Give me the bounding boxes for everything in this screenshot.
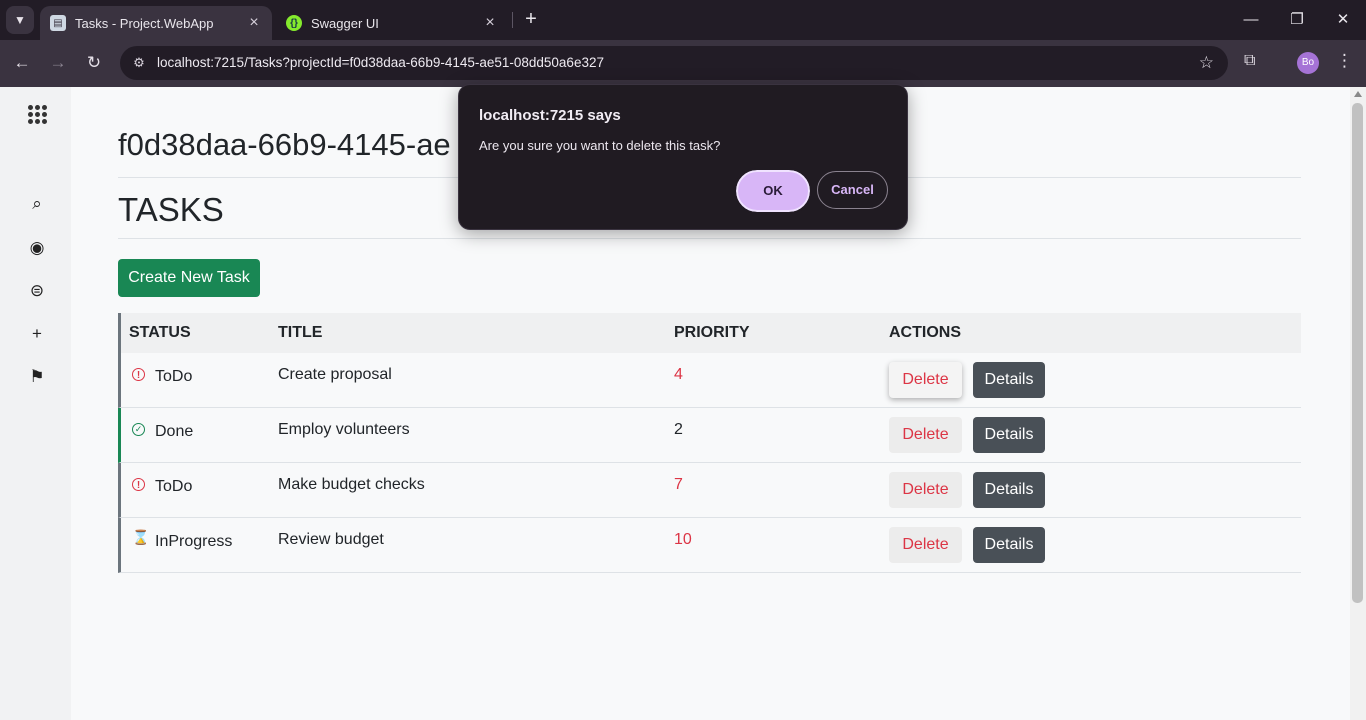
page-scrollbar[interactable] <box>1350 87 1366 720</box>
confirm-dialog: localhost:7215 says Are you sure you wan… <box>458 84 908 230</box>
cancel-button[interactable]: Cancel <box>817 171 888 209</box>
task-priority: 10 <box>674 531 692 548</box>
create-new-task-button[interactable]: Create New Task <box>118 259 260 297</box>
minimize-icon[interactable]: — <box>1239 8 1263 32</box>
delete-button[interactable]: Delete <box>889 527 962 563</box>
add-icon[interactable]: + <box>25 322 49 346</box>
column-header-priority: PRIORITY <box>674 324 750 341</box>
tab-strip: ▼ ▤ Tasks - Project.WebApp × {} Swagger … <box>0 0 1366 40</box>
account-icon[interactable]: ◉ <box>25 236 49 260</box>
dialog-message: Are you sure you want to delete this tas… <box>479 138 721 153</box>
table-row: ! ToDo Create proposal 4 Delete Details <box>118 353 1301 408</box>
tab-close-icon[interactable]: × <box>482 14 498 32</box>
task-priority: 2 <box>674 421 683 438</box>
task-status: InProgress <box>155 533 233 550</box>
todo-alert-icon: ! <box>132 368 145 381</box>
details-button[interactable]: Details <box>973 417 1045 453</box>
address-bar[interactable]: ⚙ localhost:7215/Tasks?projectId=f0d38da… <box>120 46 1228 80</box>
details-button[interactable]: Details <box>973 527 1045 563</box>
search-icon[interactable]: ⌕ <box>25 192 49 216</box>
task-priority: 7 <box>674 476 683 493</box>
hourglass-icon: ⌛ <box>132 529 150 545</box>
tab-tasks[interactable]: ▤ Tasks - Project.WebApp × <box>40 6 272 40</box>
done-check-icon: ✓ <box>132 423 145 436</box>
tab-search-chevron-icon[interactable]: ▼ <box>6 6 34 34</box>
sidebar: ⌕ ◉ ⊜ + ⚑ <box>0 87 71 720</box>
browser-menu-icon[interactable]: ⋮ <box>1336 51 1353 71</box>
ok-button[interactable]: OK <box>734 168 812 214</box>
dialog-title: localhost:7215 says <box>479 107 621 124</box>
tab-close-icon[interactable]: × <box>246 14 262 32</box>
swagger-favicon-icon: {} <box>286 15 302 31</box>
task-title: Make budget checks <box>278 476 425 493</box>
bookmark-icon[interactable]: ⚑ <box>25 365 49 389</box>
task-priority: 4 <box>674 366 683 383</box>
table-row: ✓ Done Employ volunteers 2 Delete Detail… <box>118 408 1301 463</box>
task-status: ToDo <box>155 478 193 495</box>
delete-button[interactable]: Delete <box>889 417 962 453</box>
url-text[interactable]: localhost:7215/Tasks?projectId=f0d38daa-… <box>157 55 604 70</box>
bookmark-star-icon[interactable]: ☆ <box>1199 52 1214 74</box>
task-title: Create proposal <box>278 366 392 383</box>
tab-title: Swagger UI <box>311 15 379 31</box>
tab-title: Tasks - Project.WebApp <box>75 15 214 31</box>
scroll-thumb[interactable] <box>1352 103 1363 603</box>
details-button[interactable]: Details <box>973 362 1045 398</box>
column-header-title: TITLE <box>278 324 323 341</box>
delete-button[interactable]: Delete <box>889 472 962 508</box>
profile-avatar[interactable]: Bo <box>1297 52 1319 74</box>
task-status: ToDo <box>155 368 193 385</box>
scroll-up-arrow-icon[interactable] <box>1354 91 1362 97</box>
apps-grid-icon[interactable] <box>25 103 49 127</box>
task-title: Review budget <box>278 531 384 548</box>
tab-separator <box>512 12 513 28</box>
browser-toolbar: ← → ↻ ⚙ localhost:7215/Tasks?projectId=f… <box>0 40 1366 87</box>
task-title: Employ volunteers <box>278 421 410 438</box>
site-info-icon[interactable]: ⚙ <box>128 52 150 74</box>
restore-icon[interactable]: ❐ <box>1285 8 1309 32</box>
tasks-table: STATUS TITLE PRIORITY ACTIONS ! ToDo Cre… <box>118 313 1301 573</box>
extensions-icon[interactable]: ⧉ <box>1244 52 1255 70</box>
delete-button[interactable]: Delete <box>889 362 962 398</box>
details-button[interactable]: Details <box>973 472 1045 508</box>
back-icon[interactable]: ← <box>11 52 33 74</box>
table-row: ! ToDo Make budget checks 7 Delete Detai… <box>118 463 1301 518</box>
list-icon[interactable]: ⊜ <box>25 279 49 303</box>
todo-alert-icon: ! <box>132 478 145 491</box>
tab-swagger[interactable]: {} Swagger UI × <box>276 6 508 40</box>
project-id-heading: f0d38daa-66b9-4145-ae <box>118 127 451 162</box>
forward-icon[interactable]: → <box>47 52 69 74</box>
reload-icon[interactable]: ↻ <box>83 52 105 74</box>
task-status: Done <box>155 423 194 440</box>
column-header-status: STATUS <box>129 324 191 341</box>
divider <box>118 238 1301 239</box>
page-title: TASKS <box>118 191 224 228</box>
table-row: ⌛ InProgress Review budget 10 Delete Det… <box>118 518 1301 573</box>
table-header: STATUS TITLE PRIORITY ACTIONS <box>118 313 1301 353</box>
page-favicon-icon: ▤ <box>50 15 66 31</box>
close-window-icon[interactable]: ✕ <box>1331 8 1355 32</box>
new-tab-icon[interactable]: + <box>520 8 542 30</box>
column-header-actions: ACTIONS <box>889 324 961 341</box>
